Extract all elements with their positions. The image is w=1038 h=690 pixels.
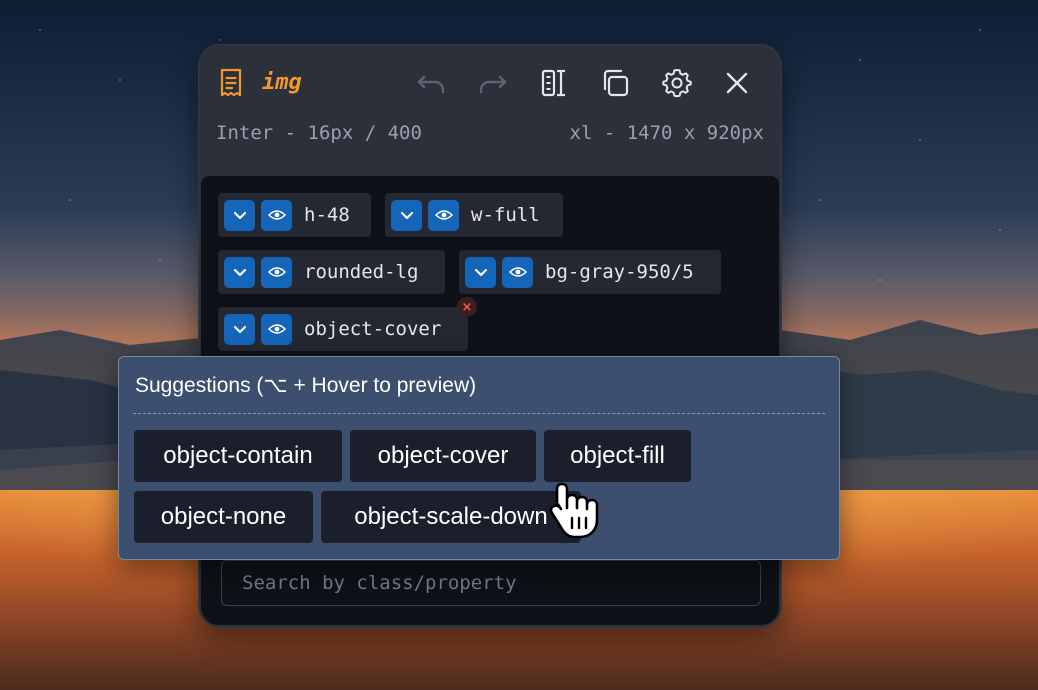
close-button[interactable] <box>720 66 754 100</box>
eye-icon <box>267 267 286 277</box>
suggestion-object-cover[interactable]: object-cover <box>350 430 536 482</box>
toggle-visibility-button[interactable] <box>261 199 292 231</box>
receipt-icon <box>220 68 242 97</box>
remove-class-button[interactable]: × <box>457 297 477 317</box>
breakpoint-info: xl - 1470 x 920px <box>569 122 764 144</box>
toggle-visibility-button[interactable] <box>502 256 533 288</box>
panel-header: img Inter - 16px / 400 xl - 1470 x 920px <box>198 44 782 174</box>
eye-icon <box>508 267 527 277</box>
gear-icon <box>662 69 692 98</box>
settings-button[interactable] <box>660 66 694 100</box>
chevron-down-icon <box>233 325 246 334</box>
eye-icon <box>434 210 453 220</box>
chevron-down-icon <box>400 211 413 220</box>
split-view-icon <box>541 69 565 97</box>
class-label[interactable]: w-full <box>471 204 540 226</box>
search-input[interactable] <box>221 560 761 606</box>
copy-icon <box>603 69 629 97</box>
redo-icon <box>479 75 507 94</box>
suggestion-object-fill[interactable]: object-fill <box>544 430 691 482</box>
suggestions-popup: Suggestions (⌥ + Hover to preview) objec… <box>118 356 840 560</box>
expand-button[interactable] <box>224 313 255 345</box>
class-label[interactable]: bg-gray-950/5 <box>545 261 694 283</box>
chevron-down-icon <box>233 268 246 277</box>
class-chip-rounded-lg: rounded-lg <box>218 250 445 294</box>
toggle-visibility-button[interactable] <box>428 199 459 231</box>
chevron-down-icon <box>233 211 246 220</box>
class-chip-bg-gray: bg-gray-950/5 <box>459 250 721 294</box>
close-icon <box>726 72 748 94</box>
toggle-visibility-button[interactable] <box>261 256 292 288</box>
suggestions-title: Suggestions (⌥ + Hover to preview) <box>135 374 477 397</box>
toggle-visibility-button[interactable] <box>261 313 292 345</box>
undo-button[interactable] <box>414 66 448 100</box>
suggestion-object-none[interactable]: object-none <box>134 491 313 543</box>
font-info: Inter - 16px / 400 <box>216 122 422 144</box>
element-tag-name: img <box>262 70 302 95</box>
chevron-down-icon <box>474 268 487 277</box>
class-label[interactable]: object-cover <box>304 318 441 340</box>
class-label[interactable]: h-48 <box>304 204 350 226</box>
undo-icon <box>417 75 445 94</box>
class-label[interactable]: rounded-lg <box>304 261 418 283</box>
suggestion-object-contain[interactable]: object-contain <box>134 430 342 482</box>
expand-button[interactable] <box>224 199 255 231</box>
class-chip-object-cover: object-cover × <box>218 297 477 351</box>
expand-button[interactable] <box>465 256 496 288</box>
suggestion-object-scale-down[interactable]: object-scale-down <box>321 491 581 543</box>
hand-pointer-cursor-icon <box>549 482 599 539</box>
copy-button[interactable] <box>598 66 632 100</box>
expand-button[interactable] <box>391 199 422 231</box>
class-chip-h-48: h-48 <box>218 193 371 237</box>
expand-button[interactable] <box>224 256 255 288</box>
eye-icon <box>267 210 286 220</box>
divider <box>133 413 825 414</box>
split-view-button[interactable] <box>538 66 572 100</box>
redo-button[interactable] <box>476 66 510 100</box>
class-chip-w-full: w-full <box>385 193 563 237</box>
eye-icon <box>267 324 286 334</box>
